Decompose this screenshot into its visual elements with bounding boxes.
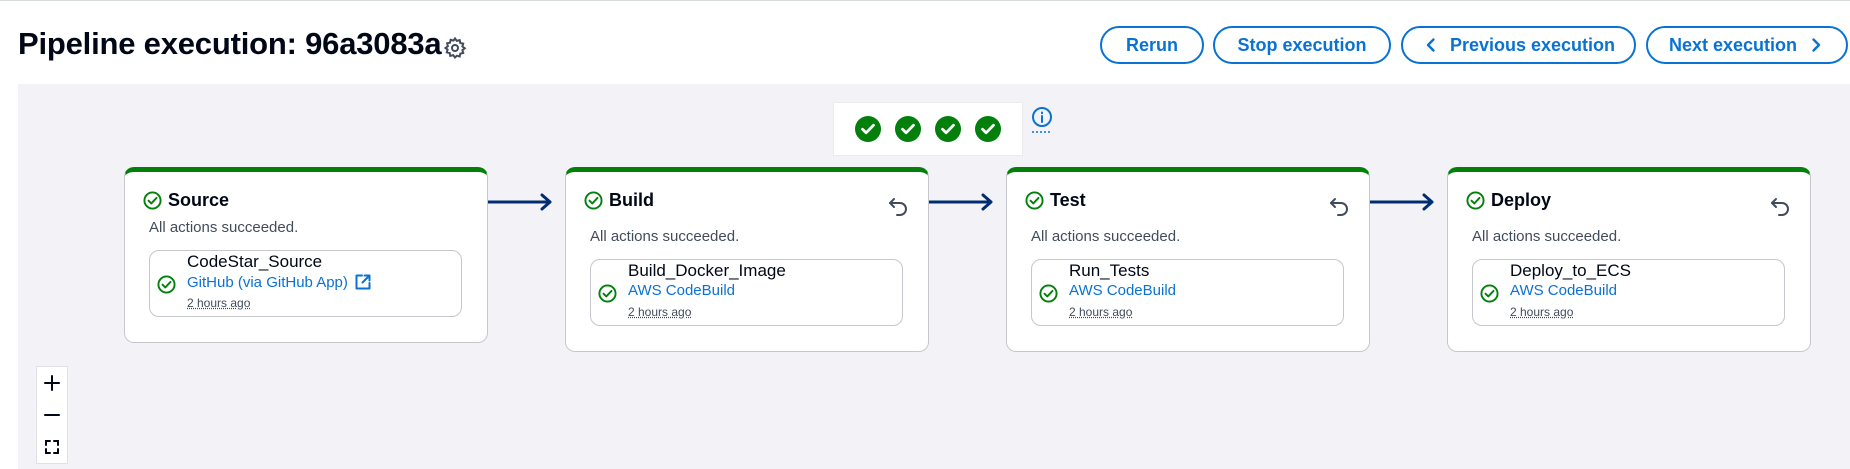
undo-arrow-icon[interactable] xyxy=(886,194,910,218)
check-circle-icon xyxy=(584,191,603,210)
previous-execution-button-label: Previous execution xyxy=(1449,34,1616,55)
chevron-right-icon xyxy=(1812,38,1821,52)
top-divider xyxy=(0,0,1850,5)
stage-header: Deploy xyxy=(1466,190,1551,211)
zoom-in-button[interactable] xyxy=(37,367,67,399)
action-timestamp[interactable]: 2 hours ago xyxy=(628,305,691,319)
action-provider-label: AWS CodeBuild xyxy=(1069,282,1176,299)
action-provider-link[interactable]: AWS CodeBuild xyxy=(1069,282,1176,299)
stage-header: Source xyxy=(143,190,229,211)
action-card[interactable]: Run_Tests AWS CodeBuild 2 hours ago xyxy=(1031,259,1344,326)
action-provider-link[interactable]: AWS CodeBuild xyxy=(628,282,735,299)
minus-icon xyxy=(44,414,60,416)
info-icon[interactable] xyxy=(1030,106,1054,134)
action-provider-link[interactable]: GitHub (via GitHub App) xyxy=(187,273,372,291)
chevron-left-icon xyxy=(1426,38,1435,52)
action-name: Build_Docker_Image xyxy=(628,261,786,280)
stop-execution-button-label: Stop execution xyxy=(1237,34,1367,55)
check-circle-icon xyxy=(157,275,176,294)
action-name: Deploy_to_ECS xyxy=(1510,261,1631,280)
check-circle-icon xyxy=(1039,284,1058,303)
stage-status: All actions succeeded. xyxy=(149,219,299,236)
stage-connector-arrow xyxy=(487,193,552,211)
stage-build[interactable]: Build All actions succeeded. Build_Docke… xyxy=(565,167,929,352)
check-circle-icon xyxy=(1466,191,1485,210)
stage-status: All actions succeeded. xyxy=(590,228,740,245)
stage-status: All actions succeeded. xyxy=(1031,228,1181,245)
action-provider-label: AWS CodeBuild xyxy=(628,282,735,299)
action-timestamp[interactable]: 2 hours ago xyxy=(1510,305,1573,319)
action-name: CodeStar_Source xyxy=(187,252,323,271)
check-circle-icon xyxy=(895,116,921,142)
check-circle-icon xyxy=(935,116,961,142)
action-timestamp[interactable]: 2 hours ago xyxy=(1069,305,1132,319)
fit-view-icon xyxy=(45,440,59,454)
zoom-out-button[interactable] xyxy=(37,399,67,431)
stage-connector-arrow xyxy=(1369,193,1434,211)
stage-connector-arrow xyxy=(928,193,993,211)
stage-summary xyxy=(833,102,1023,156)
action-card[interactable]: CodeStar_Source GitHub (via GitHub App) … xyxy=(149,250,462,317)
check-circle-icon xyxy=(855,116,881,142)
action-provider-label: GitHub (via GitHub App) xyxy=(187,273,348,291)
undo-arrow-icon[interactable] xyxy=(1327,194,1351,218)
check-circle-icon xyxy=(1025,191,1044,210)
action-provider-link[interactable]: AWS CodeBuild xyxy=(1510,282,1617,299)
stage-source[interactable]: Source All actions succeeded. CodeStar_S… xyxy=(124,167,488,343)
pipeline-canvas[interactable]: Source All actions succeeded. CodeStar_S… xyxy=(18,84,1850,469)
page-title: Pipeline execution: 96a3083a xyxy=(18,26,442,61)
stage-name: Build xyxy=(609,190,654,210)
action-name: Run_Tests xyxy=(1069,261,1150,280)
external-link-icon xyxy=(355,274,371,290)
action-card[interactable]: Build_Docker_Image AWS CodeBuild 2 hours… xyxy=(590,259,903,326)
check-circle-icon xyxy=(598,284,617,303)
stage-test[interactable]: Test All actions succeeded. Run_Tests AW… xyxy=(1006,167,1370,352)
stage-deploy[interactable]: Deploy All actions succeeded. Deploy_to_… xyxy=(1447,167,1811,352)
check-circle-icon xyxy=(1480,284,1499,303)
stage-name: Deploy xyxy=(1491,190,1552,210)
zoom-controls xyxy=(36,366,68,464)
check-circle-icon xyxy=(975,116,1001,142)
next-execution-button-label: Next execution xyxy=(1668,34,1798,55)
rerun-button[interactable]: Rerun xyxy=(1100,26,1204,64)
stage-header: Build xyxy=(584,190,654,211)
plus-icon xyxy=(44,375,60,391)
next-execution-button[interactable]: Next execution xyxy=(1646,26,1848,64)
stage-status: All actions succeeded. xyxy=(1472,228,1622,245)
check-circle-icon xyxy=(143,191,162,210)
previous-execution-button[interactable]: Previous execution xyxy=(1401,26,1636,64)
stop-execution-button[interactable]: Stop execution xyxy=(1213,26,1391,64)
action-timestamp[interactable]: 2 hours ago xyxy=(187,296,250,310)
rerun-button-label: Rerun xyxy=(1125,34,1178,55)
fit-view-button[interactable] xyxy=(37,431,67,463)
stage-header: Test xyxy=(1025,190,1086,211)
undo-arrow-icon[interactable] xyxy=(1768,194,1792,218)
action-provider-label: AWS CodeBuild xyxy=(1510,282,1617,299)
action-card[interactable]: Deploy_to_ECS AWS CodeBuild 2 hours ago xyxy=(1472,259,1785,326)
stage-name: Test xyxy=(1050,190,1086,210)
gear-icon[interactable] xyxy=(443,36,467,60)
stage-name: Source xyxy=(168,190,230,210)
